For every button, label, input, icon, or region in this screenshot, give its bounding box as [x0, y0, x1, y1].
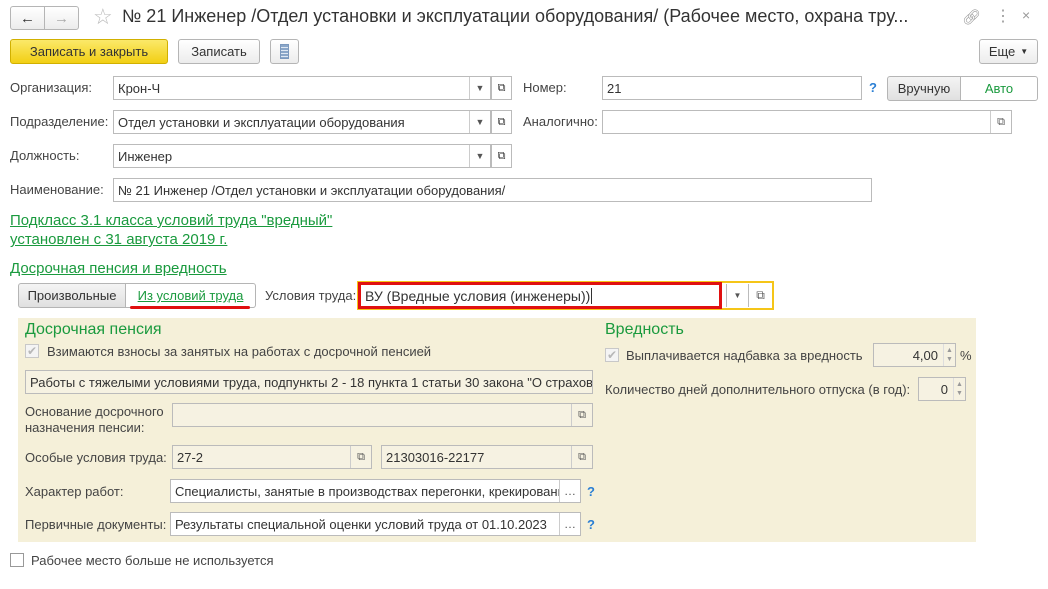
name-label: Наименование:: [10, 182, 104, 197]
more-button[interactable]: Еще ▼: [979, 39, 1038, 64]
spinner-icon[interactable]: ▲ ▼: [943, 344, 955, 366]
dropdown-icon[interactable]: ▼: [469, 111, 490, 133]
primary-docs-value: Результаты специальной оценки условий тр…: [175, 516, 547, 532]
name-field[interactable]: № 21 Инженер /Отдел установки и эксплуат…: [113, 178, 872, 202]
special-conditions-value-2: 21303016-22177: [386, 449, 485, 465]
pension-checkbox-label: Взимаются взносы за занятых на работах с…: [47, 344, 432, 359]
extra-leave-value: 0: [940, 381, 948, 397]
subclass-link-line1[interactable]: Подкласс 3.1 класса условий труда "вредн…: [10, 212, 332, 229]
select-ellipsis-icon[interactable]: …: [559, 480, 580, 502]
primary-docs-label: Первичные документы:: [25, 517, 167, 532]
organization-field[interactable]: Крон-Ч ▼: [113, 76, 491, 100]
position-value: Инженер: [118, 148, 173, 164]
dropdown-icon[interactable]: ▼: [469, 145, 490, 167]
forward-button[interactable]: →: [44, 6, 79, 30]
work-nature-value: Специалисты, занятые в производствах пер…: [175, 483, 565, 499]
red-underline-annotation: [130, 306, 250, 309]
similar-label: Аналогично:: [523, 114, 598, 129]
conditions-value: ВУ (Вредные условия (инженеры)): [365, 287, 591, 304]
harm-checkbox[interactable]: ✔: [605, 348, 619, 362]
special-conditions-field-1[interactable]: 27-2 ⧉: [172, 445, 372, 469]
mode-from-conditions-button[interactable]: Из условий труда: [125, 283, 256, 308]
organization-label: Организация:: [10, 80, 93, 95]
more-label: Еще: [988, 44, 1016, 59]
more-options-icon[interactable]: ⋮: [995, 6, 1011, 26]
basis-label-line1: Основание досрочного: [25, 404, 164, 419]
auto-button[interactable]: Авто: [960, 76, 1038, 101]
early-pension-harm-link[interactable]: Досрочная пенсия и вредность: [10, 260, 227, 277]
primary-docs-field[interactable]: Результаты специальной оценки условий тр…: [170, 512, 581, 536]
special-conditions-value-1: 27-2: [177, 449, 204, 465]
star-icon[interactable]: ☆: [93, 4, 113, 30]
number-label: Номер:: [523, 80, 567, 95]
close-icon[interactable]: ×: [1022, 7, 1030, 23]
manual-button[interactable]: Вручную: [887, 76, 961, 101]
select-ellipsis-icon[interactable]: …: [559, 513, 580, 535]
position-field[interactable]: Инженер ▼: [113, 144, 491, 168]
chevron-down-icon: ▼: [1020, 47, 1029, 56]
conditions-label: Условия труда:: [265, 288, 357, 303]
extra-leave-field[interactable]: 0 ▲ ▼: [918, 377, 966, 401]
link-icon[interactable]: 🔗︎: [962, 8, 981, 26]
organization-value: Крон-Ч: [118, 80, 161, 96]
similar-field[interactable]: ⧉: [602, 110, 1012, 134]
work-nature-label: Характер работ:: [25, 484, 124, 499]
organization-open-button[interactable]: ⧉: [491, 76, 512, 100]
help-icon[interactable]: ?: [587, 517, 595, 532]
pension-checkbox[interactable]: ✔: [25, 344, 39, 358]
workplace-unused-label: Рабочее место больше не используется: [31, 553, 274, 568]
conditions-dropdown-icon[interactable]: ▼: [726, 284, 748, 307]
back-button[interactable]: ←: [10, 6, 45, 30]
harm-percent-field[interactable]: 4,00 ▲ ▼: [873, 343, 956, 367]
name-value: № 21 Инженер /Отдел установки и эксплуат…: [118, 182, 506, 198]
department-value: Отдел установки и эксплуатации оборудова…: [118, 114, 405, 130]
position-label: Должность:: [10, 148, 80, 163]
department-open-button[interactable]: ⧉: [491, 110, 512, 134]
special-conditions-label: Особые условия труда:: [25, 450, 167, 465]
pension-title: Досрочная пенсия: [25, 321, 162, 338]
number-field[interactable]: 21: [602, 76, 862, 100]
harm-title: Вредность: [605, 321, 684, 338]
department-label: Подразделение:: [10, 114, 109, 129]
window-title: № 21 Инженер /Отдел установки и эксплуат…: [122, 6, 909, 26]
pension-law-field: Работы с тяжелыми условиями труда, подпу…: [25, 370, 593, 394]
work-nature-field[interactable]: Специалисты, занятые в производствах пер…: [170, 479, 581, 503]
department-field[interactable]: Отдел установки и эксплуатации оборудова…: [113, 110, 491, 134]
extra-leave-label: Количество дней дополнительного отпуска …: [605, 382, 911, 397]
conditions-field[interactable]: ВУ (Вредные условия (инженеры)): [358, 282, 722, 309]
pension-law-value: Работы с тяжелыми условиями труда, подпу…: [30, 374, 593, 390]
special-conditions-field-2[interactable]: 21303016-22177 ⧉: [381, 445, 593, 469]
open-icon[interactable]: ⧉: [990, 111, 1011, 133]
open-icon[interactable]: ⧉: [350, 446, 371, 468]
basis-field[interactable]: ⧉: [172, 403, 593, 427]
subclass-link-line2[interactable]: установлен с 31 августа 2019 г.: [10, 231, 227, 248]
conditions-open-icon[interactable]: ⧉: [748, 284, 772, 307]
number-value: 21: [607, 80, 622, 96]
help-icon[interactable]: ?: [587, 484, 595, 499]
mode-arbitrary-button[interactable]: Произвольные: [18, 283, 126, 308]
spinner-icon[interactable]: ▲ ▼: [953, 378, 965, 400]
harm-percent-value: 4,00: [912, 347, 938, 363]
report-button[interactable]: [270, 39, 299, 64]
basis-label-line2: назначения пенсии:: [25, 420, 145, 435]
position-open-button[interactable]: ⧉: [491, 144, 512, 168]
document-list-icon: [280, 44, 289, 59]
percent-sign: %: [960, 348, 972, 363]
open-icon[interactable]: ⧉: [571, 446, 592, 468]
help-icon[interactable]: ?: [869, 80, 877, 95]
workplace-unused-checkbox[interactable]: [10, 553, 24, 567]
open-icon[interactable]: ⧉: [571, 404, 592, 426]
dropdown-icon[interactable]: ▼: [469, 77, 490, 99]
harm-checkbox-label: Выплачивается надбавка за вредность: [626, 348, 863, 363]
save-and-close-button[interactable]: Записать и закрыть: [10, 39, 168, 64]
save-button[interactable]: Записать: [178, 39, 260, 64]
